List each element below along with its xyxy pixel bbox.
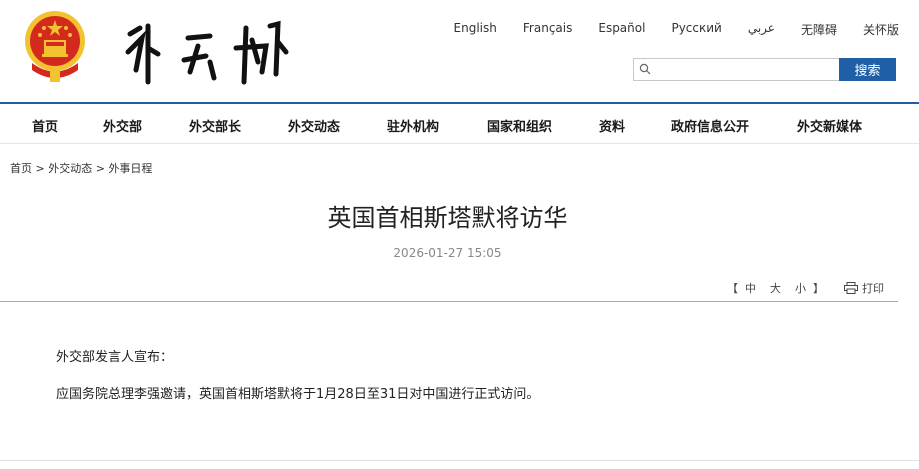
font-size-bracket-close: 】 — [813, 282, 824, 295]
language-switcher: English Français Español Русский عربي 无障… — [428, 21, 899, 38]
lang-french[interactable]: Français — [523, 21, 572, 38]
nav-item-home[interactable]: 首页 — [32, 116, 58, 135]
ministry-calligraphy-logo[interactable] — [118, 12, 293, 92]
font-size-medium-button[interactable]: 中 — [745, 280, 756, 296]
site-header: English Français Español Русский عربي 无障… — [0, 0, 919, 104]
article-tools: 【 中 大 小 】 打印 — [727, 280, 884, 296]
print-label: 打印 — [862, 282, 884, 295]
breadcrumb-separator: > — [95, 162, 105, 175]
nav-item-resources[interactable]: 资料 — [599, 116, 625, 135]
article-paragraph: 应国务院总理李强邀请，英国首相斯塔默将于1月28日至31日对中国进行正式访问。 — [56, 387, 540, 402]
font-size-large-button[interactable]: 大 — [770, 280, 781, 296]
nav-item-missions-abroad[interactable]: 驻外机构 — [387, 116, 439, 135]
main-nav: 首页 外交部 外交部长 外交动态 驻外机构 国家和组织 资料 政府信息公开 外交… — [0, 104, 919, 144]
printer-icon — [844, 282, 858, 294]
article-divider — [0, 301, 898, 302]
lang-arabic[interactable]: عربي — [748, 21, 775, 38]
breadcrumb-separator: > — [35, 162, 45, 175]
footer-border — [0, 460, 919, 461]
breadcrumb-home[interactable]: 首页 — [10, 162, 32, 175]
search-input[interactable] — [633, 58, 839, 81]
breadcrumb-diplomatic-news[interactable]: 外交动态 — [48, 162, 92, 175]
nav-item-gov-info[interactable]: 政府信息公开 — [671, 116, 749, 135]
nav-item-diplomatic-news[interactable]: 外交动态 — [288, 116, 340, 135]
search-bar: 搜索 — [633, 58, 898, 81]
nav-bottom-border — [0, 143, 919, 144]
nav-item-minister[interactable]: 外交部长 — [189, 116, 241, 135]
search-button[interactable]: 搜索 — [839, 58, 896, 81]
article-paragraph: 外交部发言人宣布： — [56, 350, 174, 365]
article-date: 2026-01-27 15:05 — [393, 246, 502, 260]
nav-item-new-media[interactable]: 外交新媒体 — [797, 116, 862, 135]
font-size-bracket-open: 【 — [727, 282, 738, 295]
lang-spanish[interactable]: Español — [598, 21, 645, 38]
lang-russian[interactable]: Русский — [671, 21, 721, 38]
search-icon — [639, 63, 651, 75]
national-emblem-icon[interactable] — [22, 8, 88, 84]
nav-item-ministry[interactable]: 外交部 — [103, 116, 142, 135]
font-size-small-button[interactable]: 小 — [795, 280, 806, 296]
article-title: 英国首相斯塔默将访华 — [327, 204, 568, 232]
lang-english[interactable]: English — [454, 21, 497, 38]
care-version-link[interactable]: 关怀版 — [863, 21, 899, 38]
breadcrumb: 首页 > 外交动态 > 外事日程 — [10, 160, 152, 176]
breadcrumb-foreign-schedule[interactable]: 外事日程 — [108, 162, 152, 175]
nav-item-countries-orgs[interactable]: 国家和组织 — [487, 116, 552, 135]
accessibility-link[interactable]: 无障碍 — [801, 21, 837, 38]
print-button[interactable]: 打印 — [844, 280, 884, 296]
